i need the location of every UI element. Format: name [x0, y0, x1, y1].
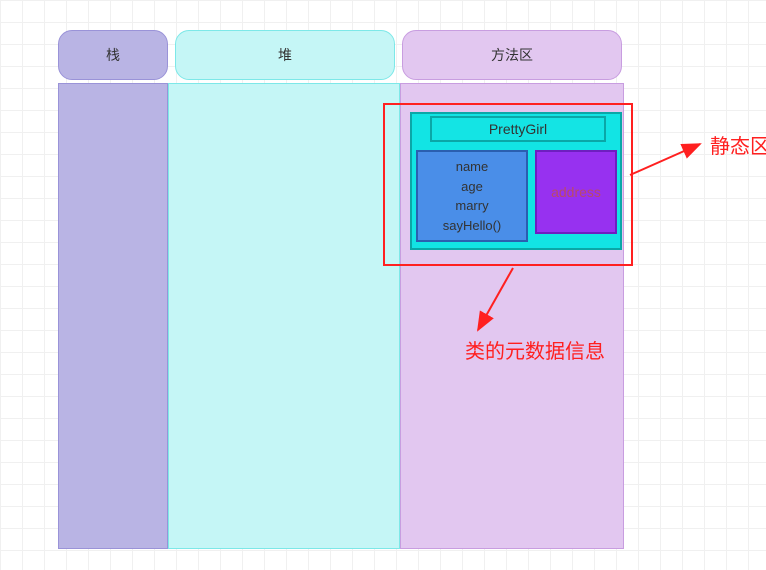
tab-stack: 栈 — [58, 30, 168, 80]
tab-methodarea: 方法区 — [402, 30, 622, 80]
highlight-frame — [383, 103, 633, 266]
annotation-static-area: 静态区 — [710, 130, 766, 159]
diagram-canvas: 栈 堆 方法区 PrettyGirl name age marry sayHel… — [0, 0, 766, 570]
tab-heap-label: 堆 — [278, 45, 292, 65]
annotation-metadata: 类的元数据信息 — [465, 335, 605, 364]
tab-methodarea-label: 方法区 — [491, 45, 533, 65]
column-stack — [58, 83, 168, 549]
tab-stack-label: 栈 — [106, 45, 120, 65]
column-heap — [168, 83, 400, 549]
tab-heap: 堆 — [175, 30, 395, 80]
